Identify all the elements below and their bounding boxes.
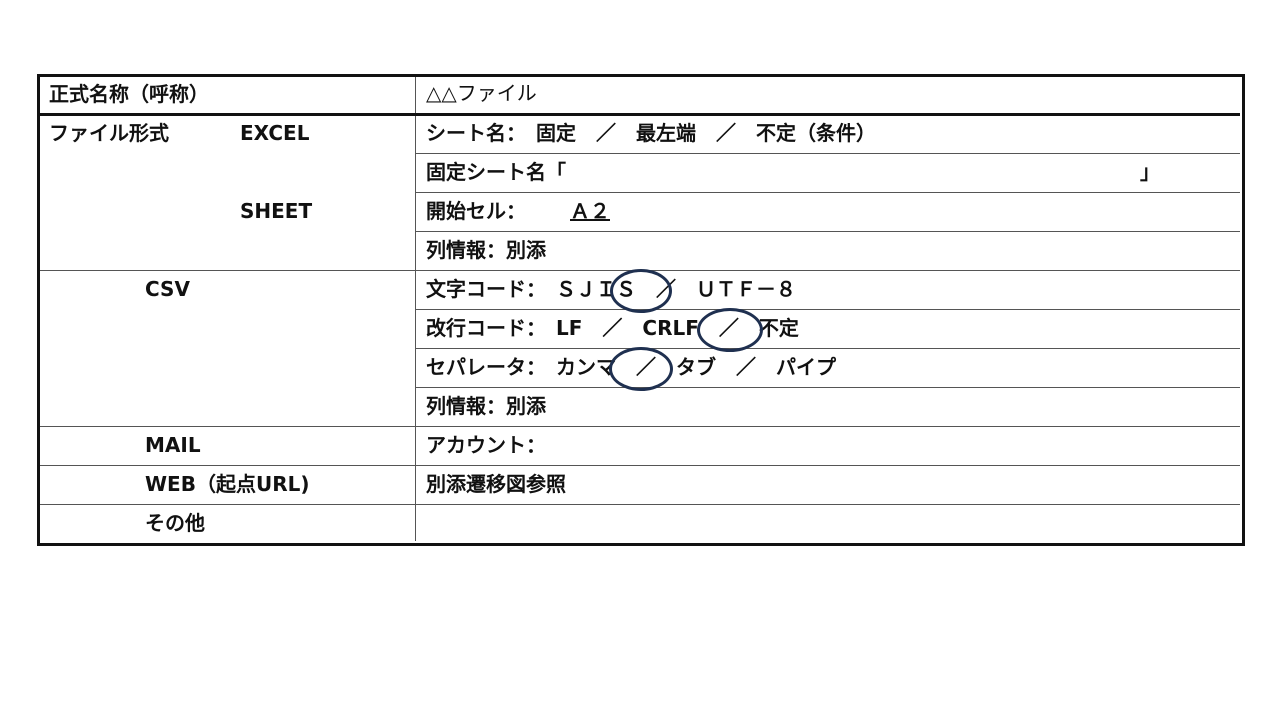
official-name-value: △△ファイル [426, 81, 537, 105]
csv-column-info: 列情報：別添 [426, 394, 546, 418]
mail-value: アカウント： [426, 433, 546, 457]
fixed-sheet-name: 固定シート名「 [426, 160, 566, 184]
selection-circle-comma [609, 347, 673, 391]
file-format-label: ファイル形式 [49, 121, 169, 145]
start-cell-value: Ａ２ [570, 199, 610, 223]
csv-label: CSV [145, 277, 190, 301]
row-divider [40, 426, 1240, 427]
excel-label: EXCEL [240, 121, 310, 145]
selection-circle-sjis [610, 269, 672, 313]
selection-circle-crlf [697, 308, 763, 352]
sheet-name-option: シート名： 固定 ／ 最左端 ／ 不定（条件） [426, 121, 876, 145]
start-cell-label: 開始セル： [426, 199, 526, 223]
excel-column-info: 列情報：別添 [426, 238, 546, 262]
fixed-sheet-name-close: 」 [1140, 160, 1160, 184]
web-label: WEB（起点URL) [145, 472, 310, 496]
sheet-label: SHEET [240, 199, 313, 223]
row-divider [40, 504, 1240, 505]
web-value: 別添遷移図参照 [426, 472, 566, 496]
other-label: その他 [145, 511, 205, 535]
official-name-label: 正式名称（呼称） [49, 82, 209, 106]
mail-label: MAIL [145, 433, 201, 457]
row-divider [415, 192, 1240, 193]
